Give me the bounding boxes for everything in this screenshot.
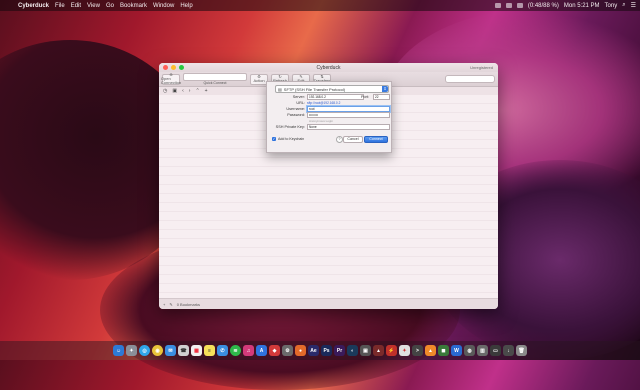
open-connection-sheet: ▤ SFTP (SSH File Transfer Protocol) ⇕ Se… bbox=[266, 81, 392, 153]
url-link[interactable]: sftp://root@192.168.0.2 bbox=[307, 101, 340, 105]
ssh-key-label: SSH Private Key: bbox=[275, 125, 305, 129]
dock: ☺ ✦ ◎ ◉ ✉ ☎ ▦ ≡ ✆ ≋ ♫ A ◆ ⚙ ● Ae Ps Pr ◐… bbox=[0, 341, 640, 360]
clock[interactable]: Mon 5:21 PM bbox=[564, 3, 600, 9]
photoshop-icon[interactable]: Ps bbox=[321, 345, 332, 356]
action-label: Action bbox=[253, 78, 265, 83]
app-icon[interactable]: ⚡ bbox=[386, 345, 397, 356]
minimize-button[interactable] bbox=[171, 65, 176, 70]
window-title: Cyberduck bbox=[316, 64, 341, 71]
menu-view[interactable]: View bbox=[87, 3, 100, 9]
messages-icon[interactable]: ✆ bbox=[217, 345, 228, 356]
premiere-icon[interactable]: Pr bbox=[334, 345, 345, 356]
edit-bookmark-icon[interactable]: ✎ bbox=[169, 302, 172, 307]
connect-button[interactable]: Connect bbox=[364, 136, 388, 143]
mail-icon[interactable]: ✉ bbox=[165, 345, 176, 356]
menu-app[interactable]: Cyberduck bbox=[18, 3, 49, 9]
cyberduck-icon[interactable]: ✦ bbox=[399, 345, 410, 356]
system-preferences-icon[interactable]: ⚙ bbox=[282, 345, 293, 356]
quick-connect-label: Quick Connect bbox=[203, 81, 227, 85]
chevron-updown-icon: ⇕ bbox=[382, 86, 388, 92]
downloads-icon[interactable]: ↓ bbox=[503, 345, 514, 356]
open-connection-button[interactable]: ⊕ Open Connection bbox=[160, 73, 182, 85]
bonjour-icon[interactable]: ▣ bbox=[172, 88, 177, 94]
itunes-icon[interactable]: ♫ bbox=[243, 345, 254, 356]
search-input[interactable] bbox=[445, 75, 495, 83]
status-bar: + ✎ 0 Bookmarks bbox=[159, 298, 498, 309]
launchpad-icon[interactable]: ✦ bbox=[126, 345, 137, 356]
back-icon[interactable]: ‹ bbox=[182, 88, 184, 94]
add-icon[interactable]: + bbox=[205, 88, 208, 94]
notification-center-icon[interactable]: ☰ bbox=[631, 2, 636, 9]
app-icon[interactable]: ▥ bbox=[477, 345, 488, 356]
user-name[interactable]: Tony bbox=[605, 3, 618, 9]
menu-help[interactable]: Help bbox=[180, 3, 192, 9]
after-effects-icon[interactable]: Ae bbox=[308, 345, 319, 356]
notes-icon[interactable]: ≡ bbox=[204, 345, 215, 356]
app-icon[interactable]: ◍ bbox=[464, 345, 475, 356]
wifi-icon[interactable] bbox=[516, 3, 523, 8]
chrome-icon[interactable]: ◉ bbox=[152, 345, 163, 356]
app-icon[interactable]: ◼ bbox=[438, 345, 449, 356]
tray-icon[interactable] bbox=[505, 3, 512, 8]
app-icon[interactable]: ◆ bbox=[269, 345, 280, 356]
menu-window[interactable]: Window bbox=[153, 3, 174, 9]
password-label: Password: bbox=[287, 113, 305, 117]
history-icon[interactable]: ◷ bbox=[163, 88, 167, 94]
vlc-icon[interactable]: ▲ bbox=[425, 345, 436, 356]
keychain-checkbox[interactable]: ✓ bbox=[272, 137, 276, 141]
keychain-label: Add to Keychain bbox=[278, 137, 305, 141]
menu-edit[interactable]: Edit bbox=[71, 3, 81, 9]
protocol-select[interactable]: ▤ SFTP (SSH File Transfer Protocol) ⇕ bbox=[275, 85, 389, 93]
folder-icon[interactable]: ▭ bbox=[490, 345, 501, 356]
password-field[interactable]: •••••••• bbox=[307, 112, 390, 118]
battery-status[interactable]: (0:48/88 %) bbox=[528, 3, 559, 9]
quick-connect-field[interactable] bbox=[183, 73, 247, 81]
menu-bar: Cyberduck File Edit View Go Bookmark Win… bbox=[0, 0, 640, 11]
up-icon[interactable]: ⌃ bbox=[195, 88, 199, 94]
port-field[interactable]: 22 bbox=[373, 94, 390, 100]
cancel-button[interactable]: Cancel bbox=[343, 136, 363, 143]
app-icon[interactable]: ● bbox=[295, 345, 306, 356]
menu-bookmark[interactable]: Bookmark bbox=[120, 3, 147, 9]
steam-icon[interactable]: ◐ bbox=[347, 345, 358, 356]
tray-icon[interactable] bbox=[494, 3, 501, 8]
anonymous-login-checkbox[interactable]: Anonymous Login bbox=[309, 119, 333, 123]
finder-icon[interactable]: ☺ bbox=[113, 345, 124, 356]
close-button[interactable] bbox=[163, 65, 168, 70]
app-icon[interactable]: ▲ bbox=[373, 345, 384, 356]
title-bar[interactable]: Cyberduck Unregistered bbox=[159, 63, 498, 72]
menu-file[interactable]: File bbox=[55, 3, 65, 9]
open-connection-label: Open Connection bbox=[160, 76, 182, 85]
terminal-icon[interactable]: > bbox=[412, 345, 423, 356]
calendar-icon[interactable]: ▦ bbox=[191, 345, 202, 356]
status-text: 0 Bookmarks bbox=[176, 301, 201, 307]
ssh-key-select[interactable]: None bbox=[307, 124, 390, 130]
contacts-icon[interactable]: ☎ bbox=[178, 345, 189, 356]
zoom-button[interactable] bbox=[179, 65, 184, 70]
menu-go[interactable]: Go bbox=[106, 3, 114, 9]
username-label: Username: bbox=[286, 107, 305, 111]
sftp-icon: ▤ bbox=[278, 86, 282, 92]
add-bookmark-icon[interactable]: + bbox=[163, 302, 165, 307]
protocol-value: SFTP (SSH File Transfer Protocol) bbox=[283, 86, 346, 92]
server-label: Server: bbox=[292, 95, 305, 99]
safari-icon[interactable]: ◎ bbox=[139, 345, 150, 356]
app-store-icon[interactable]: A bbox=[256, 345, 267, 356]
unregistered-label: Unregistered bbox=[470, 65, 493, 70]
trash-icon[interactable]: 🗑 bbox=[516, 345, 527, 356]
port-label: Port: bbox=[360, 95, 369, 99]
url-label: URL: bbox=[296, 101, 305, 105]
app-icon[interactable]: W bbox=[451, 345, 462, 356]
spotify-icon[interactable]: ≋ bbox=[230, 345, 241, 356]
app-icon[interactable]: ▣ bbox=[360, 345, 371, 356]
spotlight-icon[interactable]: ⌕ bbox=[622, 2, 625, 9]
forward-icon[interactable]: › bbox=[189, 88, 191, 94]
help-button[interactable]: ? bbox=[336, 136, 343, 143]
